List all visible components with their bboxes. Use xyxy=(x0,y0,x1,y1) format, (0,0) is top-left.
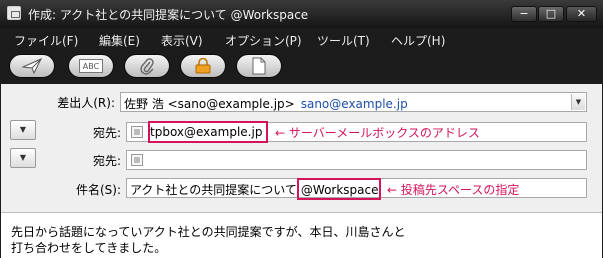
window-title: 作成: アクト社との共同提案について @Workspace xyxy=(28,8,309,22)
title-bar[interactable]: 作成: アクト社との共同提案について @Workspace − □ ✕ xyxy=(0,0,603,28)
menu-tools[interactable]: ツール(T) xyxy=(317,32,370,49)
from-value: 佐野 浩 <sano@example.jp> sano@example.jp xyxy=(124,95,408,112)
menu-bar: ファイル(F) 編集(E) 表示(V) オプション(P) ツール(T) ヘルプ(… xyxy=(0,28,603,50)
document-icon xyxy=(252,57,266,75)
menu-edit[interactable]: 編集(E) xyxy=(99,32,140,49)
message-header: 差出人(R): 佐野 浩 <sano@example.jp> sano@examp… xyxy=(1,84,602,211)
chevron-down-icon[interactable]: ▼ xyxy=(571,94,585,110)
compose-window: 作成: アクト社との共同提案について @Workspace − □ ✕ ファイル… xyxy=(0,0,603,258)
to-field-2[interactable] xyxy=(126,150,587,170)
menu-help[interactable]: ヘルプ(H) xyxy=(391,32,445,49)
contact-card-icon xyxy=(131,126,143,138)
contact-card-icon xyxy=(131,154,143,166)
recipient-type-button[interactable]: ▼ xyxy=(10,120,36,140)
save-button[interactable] xyxy=(236,54,282,78)
maximize-button[interactable]: □ xyxy=(538,6,564,22)
menu-file[interactable]: ファイル(F) xyxy=(14,32,78,49)
compose-pane: 差出人(R): 佐野 浩 <sano@example.jp> sano@examp… xyxy=(1,84,602,258)
from-select[interactable]: 佐野 浩 <sano@example.jp> sano@example.jp ▼ xyxy=(120,92,587,112)
abc-icon: ABC xyxy=(79,59,103,73)
to-highlight-box xyxy=(148,121,268,143)
attach-button[interactable] xyxy=(124,54,170,78)
send-button[interactable] xyxy=(9,54,55,78)
from-account: sano@example.jp xyxy=(300,97,408,111)
minimize-button[interactable]: − xyxy=(511,6,537,22)
body-line: 打ち合わせをしてきました。 xyxy=(11,241,167,255)
toolbar: ABC xyxy=(0,50,603,84)
recipient-type-button-2[interactable]: ▼ xyxy=(10,148,36,168)
to-annotation: ← サーバーメールボックスのアドレス xyxy=(275,126,480,140)
security-button[interactable] xyxy=(180,54,226,78)
subject-label: 件名(S): xyxy=(75,183,121,197)
from-identity: 佐野 浩 <sano@example.jp> xyxy=(124,97,295,111)
menu-options[interactable]: オプション(P) xyxy=(225,32,302,49)
subject-main: アクト社との共同提案について xyxy=(130,183,297,197)
close-button[interactable]: ✕ xyxy=(566,6,597,22)
from-label: 差出人(R): xyxy=(57,96,115,110)
lock-icon xyxy=(195,58,211,74)
menu-view[interactable]: 表示(V) xyxy=(161,32,203,49)
paper-plane-icon xyxy=(22,58,42,74)
paperclip-icon xyxy=(140,58,154,75)
abc-icon-text: ABC xyxy=(83,62,100,71)
spellcheck-button[interactable]: ABC xyxy=(68,54,114,78)
subject-annotation: ← 投稿先スペースの指定 xyxy=(387,183,520,197)
message-body[interactable]: 先日から話題になっていアクト社との共同提案ですが、本日、川島さんと 打ち合わせを… xyxy=(1,212,602,258)
compose-window-icon xyxy=(7,6,21,20)
to-label-2: 宛先: xyxy=(92,154,121,168)
body-line: 先日から話題になっていアクト社との共同提案ですが、本日、川島さんと xyxy=(11,225,406,239)
subject-highlight-box xyxy=(297,178,381,200)
to-label: 宛先: xyxy=(92,126,121,140)
